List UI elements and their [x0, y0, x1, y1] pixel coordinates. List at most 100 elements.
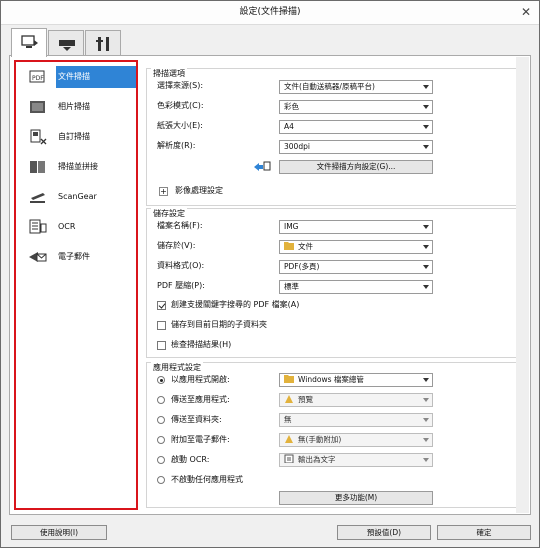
svg-text:PDF: PDF: [32, 75, 44, 82]
scrollbar[interactable]: [516, 57, 529, 513]
chevron-down-icon: [423, 145, 429, 149]
chevron-down-icon: [423, 438, 429, 442]
close-icon[interactable]: ✕: [521, 1, 531, 23]
settings-window: 設定(文件掃描) ✕ PDF 文件掃描 相片掃描 自訂掃描 掃描並拼接 Scan…: [0, 0, 540, 548]
scangear-icon: [30, 193, 45, 203]
data-format-select[interactable]: PDF(多頁): [279, 260, 433, 274]
orientation-icon: [254, 161, 271, 171]
attach-email-radio[interactable]: [157, 436, 165, 444]
chevron-down-icon: [423, 378, 429, 382]
select-value: 預覽: [298, 395, 313, 404]
send-to-app-select[interactable]: 預覽: [279, 393, 433, 407]
title-bar: 設定(文件掃描) ✕: [1, 1, 539, 25]
select-value: 300dpi: [284, 142, 310, 151]
start-ocr-label: 啟動 OCR:: [171, 455, 210, 464]
text-output-icon: [284, 454, 294, 463]
select-value: IMG: [284, 222, 299, 231]
nav-label: 文件掃描: [58, 72, 90, 81]
resolution-label: 解析度(R):: [157, 141, 196, 150]
select-value: A4: [284, 122, 294, 131]
filename-select[interactable]: IMG: [279, 220, 433, 234]
pdf-compression-select[interactable]: 標準: [279, 280, 433, 294]
nav-label: 相片掃描: [58, 102, 90, 111]
chevron-down-icon: [423, 125, 429, 129]
preview-icon: [285, 395, 293, 403]
send-to-folder-radio[interactable]: [157, 416, 165, 424]
start-ocr-select[interactable]: 輸出為文字: [279, 453, 433, 467]
nav-item-custom-scan[interactable]: 自訂掃描: [20, 126, 136, 148]
help-button[interactable]: 使用說明(I): [11, 525, 107, 540]
color-mode-label: 色彩模式(C):: [157, 101, 204, 110]
chevron-down-icon: [423, 85, 429, 89]
searchable-pdf-checkbox[interactable]: [157, 301, 166, 310]
attach-email-label: 附加至電子郵件:: [171, 435, 230, 444]
send-to-app-radio[interactable]: [157, 396, 165, 404]
nav-label: 掃描並拼接: [58, 162, 98, 171]
chevron-down-icon: [423, 398, 429, 402]
scan-options-group: 掃描選項 選擇來源(S): 文件(自動送稿器/原稿平台) 色彩模式(C): 彩色…: [146, 68, 522, 206]
save-in-label: 儲存於(V):: [157, 241, 196, 250]
scan-stitch-icon: [30, 161, 45, 173]
image-processing-label[interactable]: 影像處理設定: [175, 184, 223, 198]
attach-email-select[interactable]: 無(手動附加): [279, 433, 433, 447]
color-mode-select[interactable]: 彩色: [279, 100, 433, 114]
tab-scan-from-computer[interactable]: [11, 28, 47, 57]
nav-item-scangear[interactable]: ScanGear: [20, 186, 136, 208]
resolution-select[interactable]: 300dpi: [279, 140, 433, 154]
email-icon: [29, 252, 47, 262]
nav-label: OCR: [58, 222, 76, 231]
select-value: 標準: [284, 282, 299, 291]
settings-panel: PDF 文件掃描 相片掃描 自訂掃描 掃描並拼接 ScanGear OCR 電子…: [9, 55, 531, 515]
select-value: PDF(多頁): [284, 262, 320, 271]
nav-label: 自訂掃描: [58, 132, 90, 141]
window-title: 設定(文件掃描): [239, 7, 301, 17]
select-value: 無(手動附加): [298, 435, 342, 444]
select-value: 彩色: [284, 102, 299, 111]
tab-scan-from-panel[interactable]: [48, 30, 84, 56]
send-to-app-label: 傳送至應用程式:: [171, 395, 230, 404]
nav-item-email[interactable]: 電子郵件: [20, 246, 136, 268]
ok-button[interactable]: 確定: [437, 525, 531, 540]
send-to-folder-label: 傳送至資料夾:: [171, 415, 222, 424]
nav-item-photo-scan[interactable]: 相片掃描: [20, 96, 136, 118]
check-results-label: 檢查掃描結果(H): [171, 340, 232, 349]
check-results-checkbox[interactable]: [157, 341, 166, 350]
tab-general-settings[interactable]: [85, 30, 121, 56]
open-with-app-radio[interactable]: [157, 376, 165, 384]
open-with-app-select[interactable]: Windows 檔案總管: [279, 373, 433, 387]
pdf-compression-label: PDF 壓縮(P):: [157, 281, 205, 290]
open-with-app-label: 以應用程式開啟:: [171, 375, 230, 384]
start-ocr-radio[interactable]: [157, 456, 165, 464]
chevron-down-icon: [423, 265, 429, 269]
nav-label: 電子郵件: [58, 252, 90, 261]
defaults-button[interactable]: 預設值(D): [337, 525, 431, 540]
select-value: 文件(自動送稿器/原稿平台): [284, 82, 375, 91]
custom-scan-icon: [30, 129, 47, 145]
save-in-select[interactable]: 文件: [279, 240, 433, 254]
source-label: 選擇來源(S):: [157, 81, 204, 90]
expand-icon[interactable]: +: [159, 187, 168, 196]
searchable-pdf-label: 創建支援關鍵字搜尋的 PDF 檔案(A): [171, 300, 300, 309]
orientation-settings-button[interactable]: 文件掃描方向設定(G)...: [279, 160, 433, 174]
nav-item-scan-stitch[interactable]: 掃描並拼接: [20, 156, 136, 178]
paper-size-label: 紙張大小(E):: [157, 121, 203, 130]
chevron-down-icon: [423, 225, 429, 229]
nav-item-ocr[interactable]: OCR: [20, 216, 136, 238]
email-client-icon: [285, 435, 293, 443]
save-settings-group: 儲存設定 檔案名稱(F): IMG 儲存於(V): 文件 資料格式(O): PD…: [146, 208, 522, 358]
data-format-label: 資料格式(O):: [157, 261, 205, 270]
no-app-label: 不啟動任何應用程式: [171, 475, 243, 484]
computer-scan-icon: [21, 35, 38, 48]
folder-icon: [284, 242, 294, 250]
select-value: Windows 檔案總管: [298, 375, 364, 384]
more-functions-button[interactable]: 更多功能(M): [279, 491, 433, 505]
no-app-radio[interactable]: [157, 476, 165, 484]
paper-size-select[interactable]: A4: [279, 120, 433, 134]
date-subfolder-checkbox[interactable]: [157, 321, 166, 330]
settings-content: 掃描選項 選擇來源(S): 文件(自動送稿器/原稿平台) 色彩模式(C): 彩色…: [146, 60, 526, 510]
group-title: 掃描選項: [151, 68, 187, 79]
send-to-folder-select[interactable]: 無: [279, 413, 433, 427]
source-select[interactable]: 文件(自動送稿器/原稿平台): [279, 80, 433, 94]
nav-item-document-scan[interactable]: PDF 文件掃描: [20, 66, 136, 88]
document-scan-icon: PDF: [29, 70, 45, 83]
